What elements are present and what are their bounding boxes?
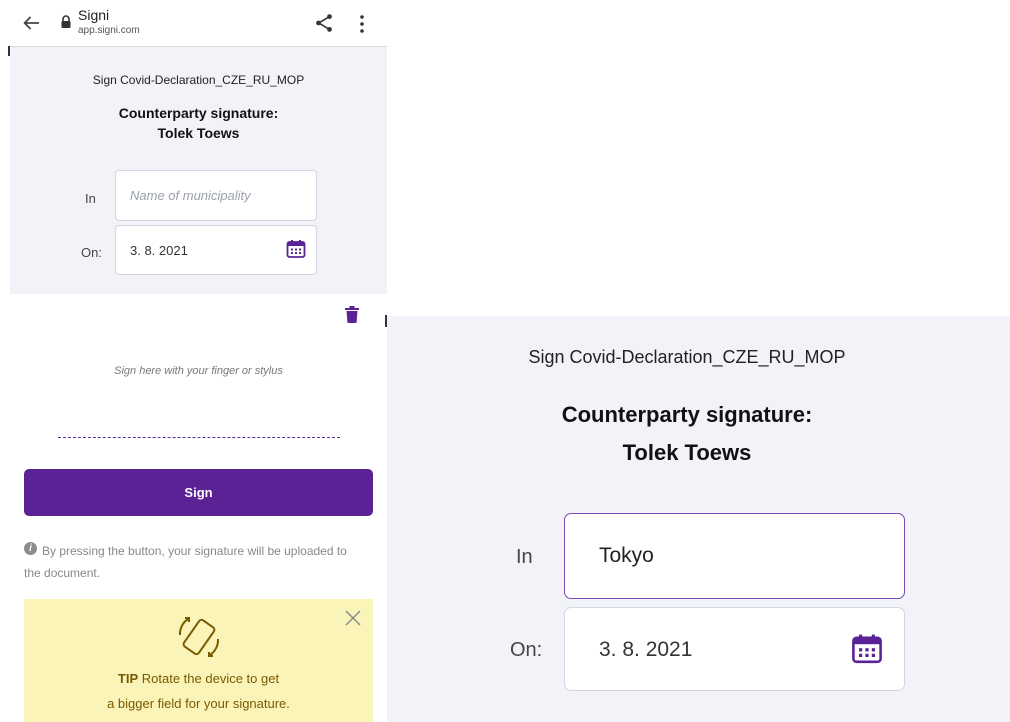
signer-name: Tolek Toews	[157, 125, 240, 141]
signature-heading: Counterparty signature:	[118, 105, 279, 121]
tip-text: Rotate the device to get	[141, 671, 280, 686]
landscape-form-panel: Sign Covid-Declaration_CZE_RU_MOP Counte…	[387, 316, 1010, 722]
trash-icon[interactable]	[345, 306, 359, 323]
document-name: Sign Covid-Declaration_CZE_RU_MOP	[92, 73, 305, 87]
browser-topbar: Signi app.signi.com	[0, 0, 387, 45]
tip-text-line2: a bigger field for your signature.	[107, 696, 290, 711]
close-icon[interactable]	[344, 609, 362, 627]
municipality-field[interactable]	[115, 170, 317, 221]
document-name: Sign Covid-Declaration_CZE_RU_MOP	[528, 347, 846, 367]
in-label: In	[85, 191, 96, 206]
signature-form-panel: Sign Covid-Declaration_CZE_RU_MOP Counte…	[10, 46, 387, 294]
tip-label: TIP	[117, 671, 139, 686]
municipality-input[interactable]	[565, 514, 904, 598]
tip-text-line1: TIP Rotate the device to get	[24, 671, 373, 686]
share-icon[interactable]	[313, 12, 335, 34]
info-text: By pressing the button, your signature w…	[24, 544, 347, 580]
lock-icon	[61, 15, 71, 28]
more-vertical-icon[interactable]	[357, 13, 367, 35]
date-field[interactable]: 3. 8. 2021	[564, 607, 905, 691]
on-label: On:	[510, 639, 543, 661]
signer-name: Tolek Toews	[622, 440, 752, 465]
rotate-device-icon	[178, 617, 220, 657]
municipality-input[interactable]	[116, 171, 316, 220]
tip-banner: TIP Rotate the device to get a bigger fi…	[24, 599, 373, 722]
on-label: On:	[81, 245, 102, 260]
site-name: Signi	[78, 7, 110, 23]
signature-heading: Counterparty signature:	[561, 402, 813, 427]
phone-screen: Signi app.signi.com Sign Covid-Declarati…	[0, 0, 387, 722]
signature-hint: Sign here with your finger or stylus	[114, 365, 283, 377]
calendar-icon[interactable]	[286, 239, 306, 259]
in-label: In	[516, 546, 533, 568]
sign-button[interactable]: Sign	[24, 469, 373, 516]
arrow-left-icon[interactable]	[20, 12, 42, 34]
municipality-field[interactable]	[564, 513, 905, 599]
site-url[interactable]: app.signi.com	[78, 25, 140, 36]
calendar-icon[interactable]	[851, 633, 883, 665]
date-value: 3. 8. 2021	[599, 638, 693, 661]
date-field[interactable]: 3. 8. 2021	[115, 225, 317, 275]
signature-pad-line[interactable]	[58, 437, 340, 438]
date-value: 3. 8. 2021	[130, 243, 188, 258]
